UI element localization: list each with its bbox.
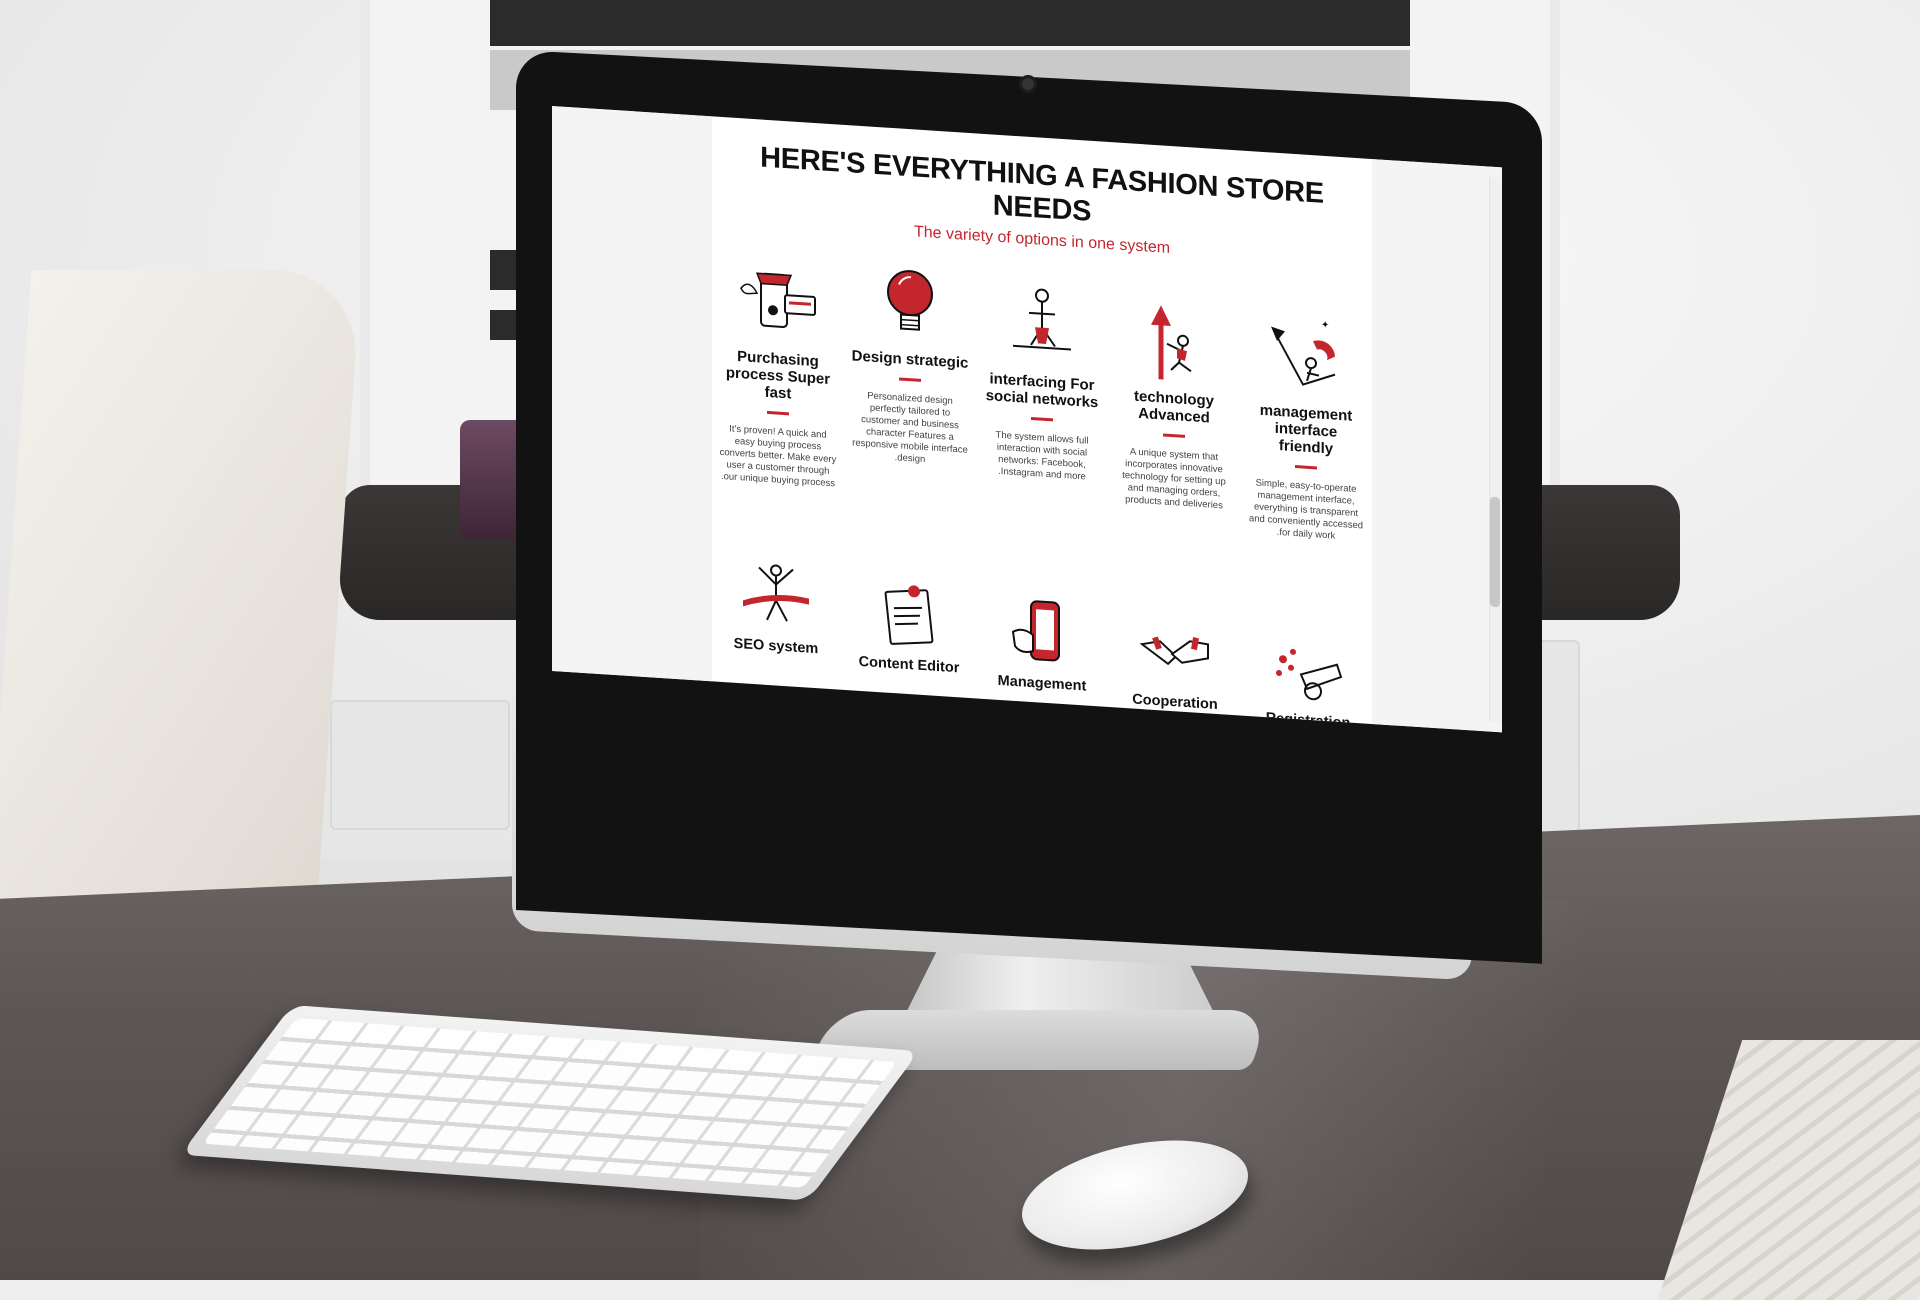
lightbulb-icon [887,270,933,331]
features-row: Purchasing process Super fast It's prove… [712,256,1372,545]
feature-title: SEO system [733,635,819,658]
page-margin-right [1372,159,1502,733]
page-margin-left [552,106,712,682]
radiator [330,700,510,830]
scrollbar[interactable] [1489,176,1500,723]
title-underline [1031,416,1053,422]
storefront-phone-icon [740,272,816,328]
feature-title: Management [997,672,1087,695]
phone-in-hand-icon [1011,600,1060,662]
person-balancing-icon [1013,288,1071,351]
feature-title: Design strategic [851,347,969,372]
feature-title: interfacing For social networks [985,370,1099,412]
scrollbar-thumb[interactable] [1490,496,1500,608]
feature-title: Purchasing process Super fast [725,347,831,403]
title-underline [1163,433,1185,438]
feature-card[interactable]: Management [978,594,1106,716]
title-underline [767,410,789,416]
feature-description: Simple, easy-to-operate management inter… [1248,477,1364,542]
feature-description: The system allows full interaction with … [995,429,1089,483]
climbing-arrow-icon [1151,305,1192,380]
feature-title: Content Editor [858,653,960,677]
svg-text:✦: ✦ [1321,320,1329,332]
camera-icon [1022,78,1034,90]
feature-card[interactable]: interfacing For social networks The syst… [982,280,1102,528]
title-underline [899,377,921,382]
feature-description: It's proven! A quick and easy buying pro… [719,423,837,490]
feature-card[interactable]: Cooperation [1111,612,1239,724]
window-blind-slat [490,0,1410,46]
feature-card[interactable]: Content Editor [845,575,973,707]
apple-logo-icon:  [936,770,995,848]
finish-line-icon [743,564,809,622]
feature-title: technology Advanced [1133,387,1214,427]
feature-title: management interface friendly [1259,401,1353,458]
feature-card[interactable]: Purchasing process Super fast It's prove… [718,257,838,511]
feature-description: Personalized design perfectly tailored t… [852,390,968,466]
feature-card[interactable]: Design strategic Personalized design per… [850,257,970,519]
growth-chart-icon: ✦ [1271,320,1336,386]
feature-description: A unique system that incorporates innova… [1122,446,1226,512]
imac-screen: HERE'S EVERYTHING A FASHION STORE NEEDS … [552,106,1502,733]
title-underline [1295,465,1317,470]
handshake-icon [1139,636,1209,666]
keyboard-keys [202,1017,898,1188]
features-section: HERE'S EVERYTHING A FASHION STORE NEEDS … [712,116,1372,731]
pinned-note-icon [884,585,934,645]
feature-card[interactable]: SEO system [712,556,840,698]
feature-card[interactable]: ✦ management interface friendly Simple, … [1246,311,1366,545]
feature-card[interactable]: technology Advanced A unique system that… [1114,296,1234,536]
cannon-icon [1276,648,1343,701]
